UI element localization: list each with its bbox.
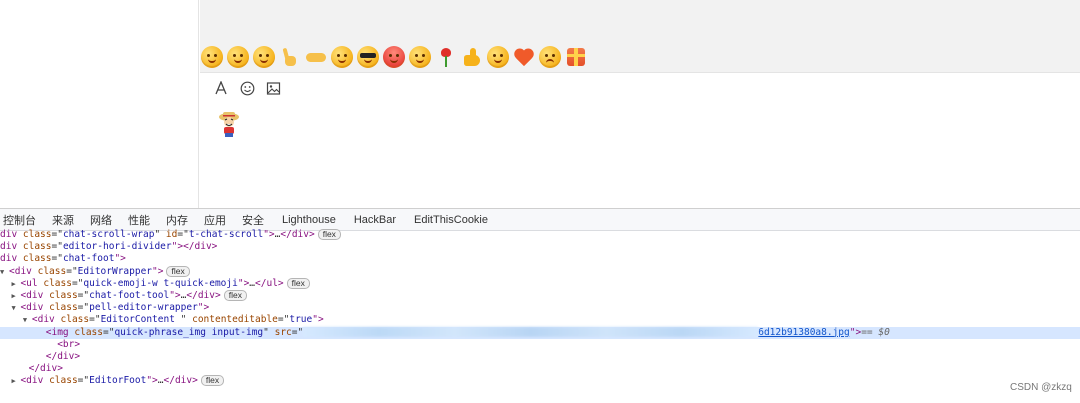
shy-face-icon[interactable] <box>253 46 275 68</box>
crying-face-icon[interactable] <box>539 46 561 68</box>
dom-node-br[interactable]: <br> <box>0 339 1080 351</box>
flex-badge[interactable]: flex <box>317 229 341 240</box>
sunglasses-face-icon[interactable] <box>357 46 379 68</box>
thinking-face-icon[interactable] <box>227 46 249 68</box>
flex-badge[interactable]: flex <box>286 277 310 289</box>
gift-icon[interactable] <box>567 48 585 66</box>
flex-badge[interactable]: flex <box>166 265 190 277</box>
tab-performance[interactable]: 性能 <box>128 212 158 228</box>
dom-node-chat-foot-tool[interactable]: ▶ <div class="chat-foot-tool">…</div> flex <box>0 289 1080 302</box>
flex-badge[interactable]: flex <box>223 289 247 301</box>
csdn-watermark: CSDN @zkzq <box>1010 382 1072 393</box>
dom-node-close-div[interactable]: </div> <box>0 363 1080 375</box>
tab-memory[interactable]: 内存 <box>166 212 196 228</box>
devtools-panel: 控制台 来源 网络 性能 内存 应用 安全 Lighthouse HackBar… <box>0 208 1080 403</box>
party-face-icon[interactable] <box>487 46 509 68</box>
dom-node-chat-foot[interactable]: div class="chat-foot"> <box>0 253 1080 265</box>
tab-network[interactable]: 网络 <box>90 212 120 228</box>
editor-hori-divider <box>200 72 1080 73</box>
quick-emoji-bar <box>201 44 587 70</box>
red-faced-face-icon[interactable] <box>383 46 405 68</box>
victory-hand-icon[interactable] <box>279 46 301 68</box>
dom-node-input-img-selected[interactable]: <img class="quick-phrase_img input-img" … <box>0 326 1080 339</box>
tab-security[interactable]: 安全 <box>242 212 282 228</box>
smiling-face-icon[interactable] <box>409 46 431 68</box>
dom-node-editor-hori-divider[interactable]: div class="editor-hori-divider"></div> <box>0 241 1080 253</box>
expand-triangle-icon[interactable]: ▼ <box>23 314 32 326</box>
chat-app <box>0 0 1080 208</box>
tongue-out-face-icon[interactable] <box>201 46 223 68</box>
dom-node-editor-wrapper[interactable]: ▼ <div class="EditorWrapper"> flex <box>0 265 1080 278</box>
heart-icon[interactable] <box>513 46 535 68</box>
dom-node-editor-foot[interactable]: ▶ <div class="EditorFoot">…</div> flex <box>0 375 1080 387</box>
image-upload-icon[interactable] <box>264 79 282 97</box>
devtools-tab-bar: 控制台 来源 网络 性能 内存 应用 安全 Lighthouse HackBar… <box>0 209 1080 231</box>
thumbs-up-icon[interactable] <box>461 46 483 68</box>
dom-node-chat-scroll-wrap[interactable]: div class="chat-scroll-wrap" id="t-chat-… <box>0 229 1080 241</box>
emoji-picker-icon[interactable] <box>238 79 256 97</box>
dom-node-quick-emoji[interactable]: ▶ <ul class="quick-emoji-w t-quick-emoji"… <box>0 277 1080 290</box>
expand-triangle-icon[interactable]: ▼ <box>0 266 9 278</box>
dom-node-close-div[interactable]: </div> <box>0 351 1080 363</box>
redacted-src-url <box>303 327 759 337</box>
tab-console[interactable]: 控制台 <box>0 212 44 228</box>
inserted-phrase-image[interactable] <box>216 108 242 138</box>
rose-icon[interactable] <box>435 46 457 68</box>
dom-node-editor-content[interactable]: ▼ <div class="EditorContent " contentedit… <box>0 314 1080 326</box>
image-src-link[interactable]: 6d12b91380a8.jpg <box>758 327 850 338</box>
tab-sources[interactable]: 来源 <box>52 212 82 228</box>
chat-foot-tool <box>212 79 282 97</box>
tab-editthiscookie[interactable]: EditThisCookie <box>414 214 506 226</box>
tab-hackbar[interactable]: HackBar <box>354 214 414 226</box>
dom-node-pell-editor-wrapper[interactable]: ▼ <div class="pell-editor-wrapper"> <box>0 302 1080 314</box>
handshake-icon[interactable] <box>305 46 327 68</box>
elements-tree: div class="chat-scroll-wrap" id="t-chat-… <box>0 229 1080 387</box>
flex-badge[interactable]: flex <box>200 375 225 387</box>
curious-face-icon[interactable] <box>331 46 353 68</box>
tab-lighthouse[interactable]: Lighthouse <box>282 214 354 226</box>
contact-panel <box>0 0 199 208</box>
font-style-icon[interactable] <box>212 79 230 97</box>
tab-application[interactable]: 应用 <box>204 212 234 228</box>
